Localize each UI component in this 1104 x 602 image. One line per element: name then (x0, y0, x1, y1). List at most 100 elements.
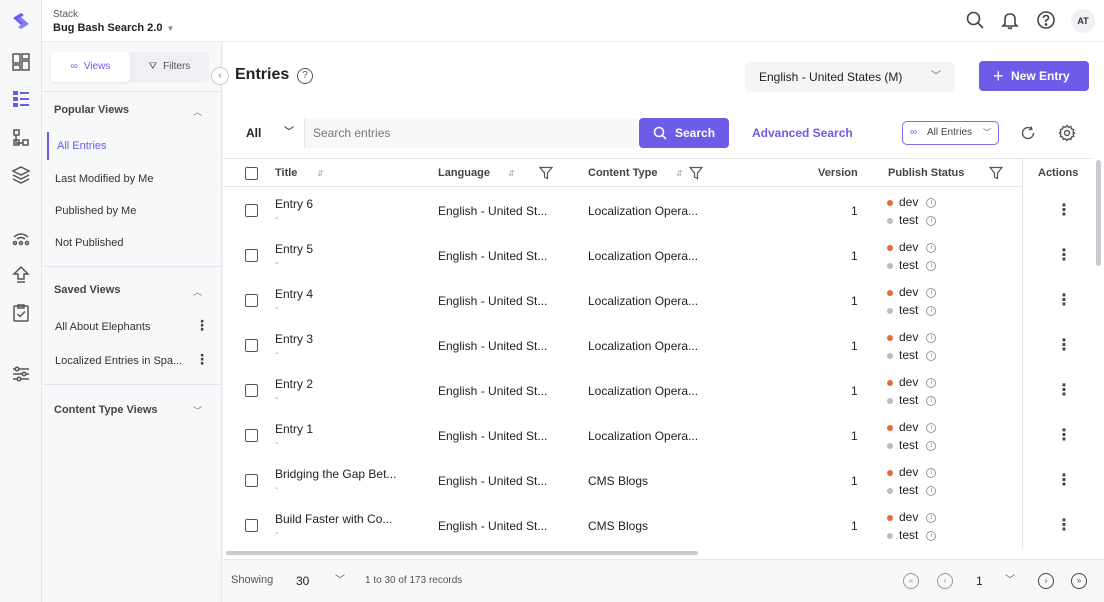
advanced-search-link[interactable]: Advanced Search (752, 118, 853, 148)
row-actions-menu-icon[interactable]: ⋮ (1056, 380, 1072, 400)
publish-status-test[interactable]: test i (887, 213, 937, 227)
entry-title[interactable]: Entry 2 (275, 377, 313, 391)
publish-status-test[interactable]: test i (887, 483, 937, 497)
avatar[interactable]: AT (1071, 9, 1095, 33)
filter-icon[interactable] (688, 166, 704, 183)
table-row[interactable]: Entry 4 - English - United St... Localizati… (223, 278, 1092, 323)
info-icon[interactable]: i (926, 305, 937, 316)
column-publish-status[interactable]: Publish Status (888, 159, 964, 188)
table-row[interactable]: Entry 6 - English - United St... Localizati… (223, 188, 1092, 233)
table-row[interactable]: Build Faster with Co... - English - United… (223, 503, 1092, 548)
info-icon[interactable]: i (926, 395, 937, 406)
assets-icon[interactable] (11, 165, 31, 185)
dashboard-icon[interactable] (11, 52, 31, 72)
info-icon[interactable]: i (926, 197, 937, 208)
view-item-all-entries[interactable]: All Entries (47, 132, 107, 160)
info-icon[interactable]: i (926, 467, 937, 478)
page-size-select[interactable]: 30 ﹀ (285, 567, 355, 595)
row-checkbox[interactable] (245, 294, 258, 307)
publish-status-dev[interactable]: dev i (887, 465, 937, 479)
view-item-last-modified[interactable]: Last Modified by Me (55, 173, 153, 185)
entries-filter-select[interactable]: ∞ All Entries ﹀ (902, 121, 999, 145)
row-actions-menu-icon[interactable]: ⋮ (1056, 425, 1072, 445)
chevron-down-icon[interactable]: ﹀ (193, 404, 202, 417)
publish-status-test[interactable]: test i (887, 348, 937, 362)
vertical-scrollbar[interactable] (1096, 160, 1101, 266)
search-icon[interactable] (965, 10, 985, 30)
tab-filters[interactable]: ⛛ Filters (130, 52, 209, 82)
info-icon[interactable]: i (926, 485, 937, 496)
settings-sliders-icon[interactable] (11, 364, 31, 384)
filter-icon[interactable] (538, 166, 554, 183)
locale-select[interactable]: English - United States (M) ﹀ (745, 62, 955, 92)
first-page-icon[interactable]: « (903, 573, 919, 589)
entry-title[interactable]: Entry 3 (275, 332, 313, 346)
more-options-icon[interactable]: ⋮ (195, 351, 209, 368)
collapse-panel-button[interactable]: ‹ (211, 67, 229, 85)
row-checkbox[interactable] (245, 474, 258, 487)
contentstack-logo-icon[interactable] (10, 10, 32, 32)
entry-title[interactable]: Entry 1 (275, 422, 313, 436)
sort-icon[interactable]: ⇵ (317, 159, 324, 188)
info-icon[interactable]: i (926, 440, 937, 451)
publish-status-dev[interactable]: dev i (887, 420, 937, 434)
entry-title[interactable]: Build Faster with Co... (275, 512, 392, 526)
view-item-published-by-me[interactable]: Published by Me (55, 205, 136, 217)
publish-status-dev[interactable]: dev i (887, 195, 937, 209)
row-checkbox[interactable] (245, 249, 258, 262)
tasks-icon[interactable] (11, 303, 31, 323)
content-type-views-heading[interactable]: Content Type Views (54, 404, 158, 416)
info-icon[interactable]: i (926, 377, 937, 388)
publish-status-dev[interactable]: dev i (887, 375, 937, 389)
saved-views-heading[interactable]: Saved Views (54, 284, 120, 296)
search-input[interactable] (305, 118, 638, 148)
deploy-icon[interactable] (11, 265, 31, 285)
row-actions-menu-icon[interactable]: ⋮ (1056, 245, 1072, 265)
publish-status-dev[interactable]: dev i (887, 330, 937, 344)
view-item-not-published[interactable]: Not Published (55, 237, 124, 249)
info-icon[interactable]: i (926, 512, 937, 523)
stack-selector[interactable]: Bug Bash Search 2.0 ▼ (53, 22, 174, 34)
chevron-up-icon[interactable]: ︿ (193, 105, 202, 118)
publish-status-dev[interactable]: dev i (887, 240, 937, 254)
tab-views[interactable]: ∞ Views (51, 52, 130, 82)
publish-status-test[interactable]: test i (887, 528, 937, 542)
publish-status-test[interactable]: test i (887, 438, 937, 452)
more-options-icon[interactable]: ⋮ (195, 317, 209, 334)
last-page-icon[interactable]: » (1071, 573, 1087, 589)
column-language[interactable]: Language (438, 159, 490, 188)
sort-icon[interactable]: ⇵ (508, 159, 515, 188)
publish-status-dev[interactable]: dev i (887, 510, 937, 524)
popular-views-heading[interactable]: Popular Views (54, 104, 129, 116)
chevron-up-icon[interactable]: ︿ (193, 285, 202, 298)
help-icon[interactable]: ? (297, 68, 313, 84)
row-checkbox[interactable] (245, 384, 258, 397)
saved-view-item[interactable]: All About Elephants (55, 321, 150, 333)
row-actions-menu-icon[interactable]: ⋮ (1056, 290, 1072, 310)
search-scope-select[interactable]: All ﹀ (235, 118, 305, 148)
entries-icon[interactable] (11, 89, 31, 109)
row-actions-menu-icon[interactable]: ⋮ (1056, 335, 1072, 355)
table-row[interactable]: Entry 1 - English - United St... Localizati… (223, 413, 1092, 458)
row-checkbox[interactable] (245, 519, 258, 532)
info-icon[interactable]: i (926, 350, 937, 361)
row-checkbox[interactable] (245, 204, 258, 217)
publish-status-test[interactable]: test i (887, 303, 937, 317)
sort-icon[interactable]: ⇵ (676, 159, 683, 188)
table-row[interactable]: Entry 3 - English - United St... Localizati… (223, 323, 1092, 368)
info-icon[interactable]: i (926, 422, 937, 433)
horizontal-scrollbar[interactable] (226, 551, 698, 555)
entry-title[interactable]: Entry 4 (275, 287, 313, 301)
saved-view-item[interactable]: Localized Entries in Spa... (55, 355, 182, 367)
table-row[interactable]: Entry 2 - English - United St... Localizati… (223, 368, 1092, 413)
info-icon[interactable]: i (926, 530, 937, 541)
gear-icon[interactable] (1058, 124, 1076, 145)
row-actions-menu-icon[interactable]: ⋮ (1056, 515, 1072, 535)
content-models-icon[interactable] (11, 128, 31, 148)
row-checkbox[interactable] (245, 429, 258, 442)
row-actions-menu-icon[interactable]: ⋮ (1056, 470, 1072, 490)
page-select[interactable]: 1 ﹀ (965, 567, 1025, 595)
table-row[interactable]: Bridging the Gap Bet... - English - United… (223, 458, 1092, 503)
column-version[interactable]: Version (818, 159, 858, 188)
help-icon[interactable] (1036, 10, 1056, 30)
